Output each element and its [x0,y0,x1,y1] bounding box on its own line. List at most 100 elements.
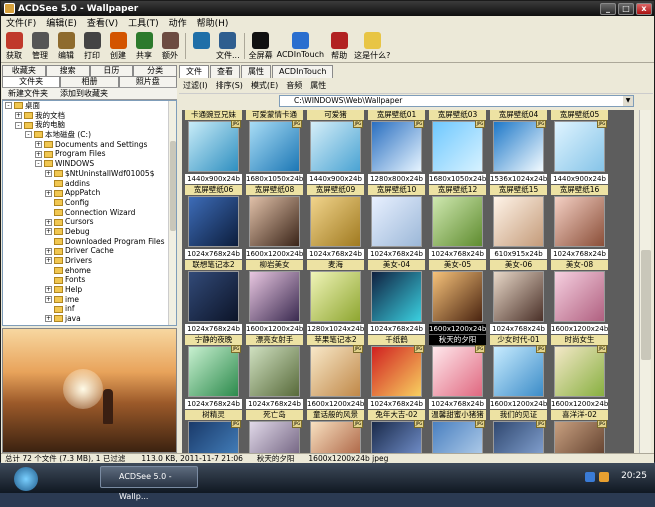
tree-node[interactable]: - 桌面 [3,101,176,111]
expand-icon[interactable]: + [45,315,52,323]
tree-node[interactable]: - WINDOWS [3,159,176,169]
clock[interactable]: 20:25 [621,471,647,481]
thumbnail-cell[interactable]: 1024x768x24b 美女-05 [429,194,486,278]
menu-item-0[interactable]: 文件(F) [1,16,41,29]
thumbnail-cell[interactable]: 1024x768x24b 少女时代-01 [490,269,547,353]
tree-node[interactable]: ehome [3,266,176,276]
title-bar[interactable]: ACDSee 5.0 - Wallpaper _ □ x [1,1,654,16]
thumbnail-cell[interactable]: 1600x1200x24b 柳岩美女 [246,194,303,278]
volume-icon[interactable] [599,472,609,482]
thumbnail-cell[interactable]: JPG [185,419,242,453]
thumbnail-cell[interactable]: JPG 1680x1050x24b 宽屏壁纸08 [246,119,303,203]
network-icon[interactable] [585,472,595,482]
menu-item-4[interactable]: 动作 [164,16,192,29]
right-tab-0[interactable]: 文件 [179,65,209,78]
thumbnail-cell[interactable]: 1024x768x24b 美女-04 [368,194,425,278]
thumbnail-cell[interactable]: JPG 1440x900x24b 宽屏壁纸06 [185,119,242,203]
expand-icon[interactable]: + [35,141,42,149]
close-button[interactable]: x [636,2,652,15]
chevron-down-icon[interactable]: ▼ [623,96,633,106]
toolbar-button-5[interactable]: 共享 [133,32,155,61]
tree-node[interactable]: + AppPatch [3,188,176,198]
expand-icon[interactable]: + [45,296,52,304]
thumbnail-cell[interactable]: JPG 1600x1200x24b 童话般的风景 [307,344,364,428]
collapse-icon[interactable]: - [5,102,12,110]
toolbar-button-3[interactable]: 打印 [81,32,103,61]
taskbar-item-acdsee[interactable]: ACDSee 5.0 - Wallp... [100,466,198,501]
thumbnail-cell[interactable]: JPG [429,419,486,453]
thumbnail-cell[interactable]: JPG 1024x768x24b 温馨甜蜜小猪猪 [429,344,486,428]
maximize-button[interactable]: □ [618,2,634,15]
toolbar-button-11[interactable]: 帮助 [328,32,350,61]
collapse-icon[interactable]: - [15,121,22,129]
thumbnail-cell[interactable]: 1600x1200x24b 秋天的夕阳 [429,269,486,353]
thumbnail-cell[interactable]: 1024x768x24b 宁静的夜晚 [185,269,242,353]
expand-icon[interactable]: + [45,189,52,197]
thumbnail-cell[interactable]: JPG [490,419,547,453]
thumbnail-cell[interactable]: JPG 1536x1024x24b 宽屏壁纸15 [490,119,547,203]
tree-node[interactable]: + Driver Cache [3,246,176,256]
tree-node[interactable]: addins [3,179,176,189]
tree-node[interactable]: + Documents and Settings [3,140,176,150]
thumbnail-cell[interactable]: 1024x768x24b 美女-08 [551,194,608,278]
start-button[interactable] [14,467,38,491]
toolbar-button-10[interactable]: ACDInTouch [277,32,324,59]
tree-node[interactable]: inf [3,304,176,314]
left-tab-3[interactable]: 分类 [133,65,177,76]
toolbar-button-2[interactable]: 编辑 [55,32,77,61]
browser-tool-2[interactable]: 模式(E) [251,80,278,91]
expand-icon[interactable]: + [35,150,42,158]
tree-node[interactable]: Connection Wizard [3,208,176,218]
tree-node[interactable]: + $NtUninstallWdf01005$ [3,169,176,179]
thumbnail-cell[interactable]: 1024x768x24b 麦海 [307,194,364,278]
thumbnail-cell[interactable]: 1024x768x24b 千纸鹤 [368,269,425,353]
left-subtab-0[interactable]: 文件夹 [2,76,61,87]
toolbar-button-12[interactable]: 这是什么? [354,32,390,61]
collapse-icon[interactable]: - [25,131,32,139]
thumbnail-cell[interactable]: JPG 1280x800x24b 宽屏壁纸10 [368,119,425,203]
thumbnail-cell[interactable]: JPG [368,419,425,453]
path-input[interactable]: C:\WINDOWS\Web\Wallpaper ▼ [279,95,634,107]
thumbnail-grid[interactable]: 1600x1200x24b卡通豌豆兄妹1024x768x24b可爱蒙情卡通102… [182,110,634,453]
menu-item-1[interactable]: 编辑(E) [41,16,82,29]
left-tab-1[interactable]: 搜索 [45,65,90,76]
left-tab-0[interactable]: 收藏夹 [2,65,46,76]
thumbnail-cell[interactable]: JPG 1024x768x24b 树精灵 [185,344,242,428]
tree-node[interactable]: + Drivers [3,256,176,266]
toolbar-button-6[interactable]: 额外 [159,32,181,61]
toolbar-button-8[interactable]: 文件... [216,32,240,61]
fav-button-0[interactable]: 新建文件夹 [2,88,54,99]
toolbar-button-4[interactable]: 创建 [107,32,129,61]
expand-icon[interactable]: + [45,247,52,255]
menu-item-3[interactable]: 工具(T) [123,16,164,29]
toolbar-button-0[interactable]: 获取 [3,32,25,61]
toolbar-button-1[interactable]: 管理 [29,32,51,61]
thumbnail-cell[interactable]: 1024x768x24b 死亡岛 [246,344,303,428]
tree-node[interactable]: + Cursors [3,217,176,227]
menu-item-2[interactable]: 查看(V) [82,16,123,29]
minimize-button[interactable]: _ [600,2,616,15]
thumbnail-cell[interactable]: 1024x768x24b 联想笔记本2 [185,194,242,278]
thumbnail-cell[interactable]: 1600x1200x24b 漂亮女射手 [246,269,303,353]
thumbnail-cell[interactable]: 1600x1200x24b 时尚女生 [551,269,608,353]
left-tab-2[interactable]: 日历 [89,65,134,76]
expand-icon[interactable]: + [45,257,52,265]
expand-icon[interactable]: + [15,112,22,120]
browser-tool-4[interactable]: 属性 [310,80,326,91]
thumbnail-cell[interactable]: JPG 1600x1200x24b 喜洋洋-02 [551,344,608,428]
thumbnail-cell[interactable]: JPG 1680x1050x24b 宽屏壁纸12 [429,119,486,203]
toolbar-button-7[interactable] [190,32,212,50]
browser-tool-1[interactable]: 排序(S) [216,80,243,91]
thumbnail-cell[interactable]: JPG [307,419,364,453]
tree-node[interactable]: Config [3,198,176,208]
thumbnail-cell[interactable]: JPG [551,419,608,453]
tree-node[interactable]: + Debug [3,227,176,237]
tree-node[interactable]: Downloaded Program Files [3,237,176,247]
right-tab-2[interactable]: 属性 [241,65,271,78]
tree-scrollbar[interactable] [168,101,176,325]
folder-tree[interactable]: - 桌面 + 我的文档 - 我的电脑 - 本地磁盘 (C:) + Documents and Se… [2,100,177,326]
thumbnail-cell[interactable]: JPG 1024x768x24b 兔年大吉-02 [368,344,425,428]
grid-scrollbar[interactable] [639,110,651,453]
left-subtab-2[interactable]: 照片盘 [118,76,177,87]
expand-icon[interactable]: + [45,170,52,178]
